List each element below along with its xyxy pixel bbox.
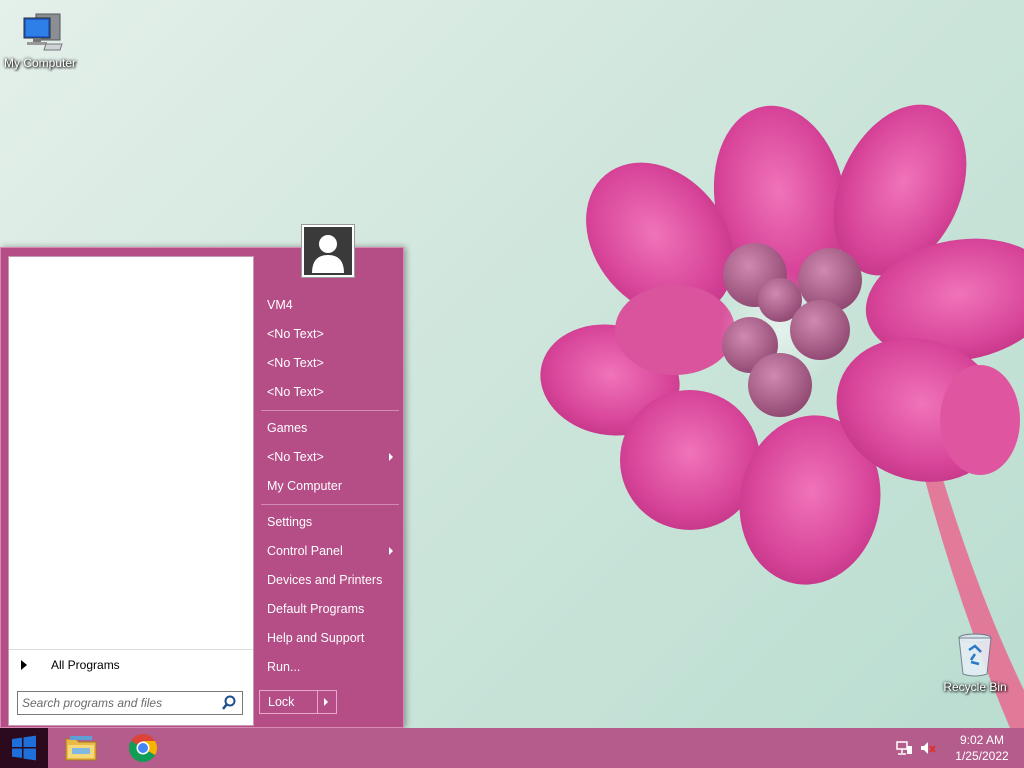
start-item-default-programs[interactable]: Default Programs bbox=[261, 596, 399, 622]
lock-options-arrow-icon[interactable] bbox=[317, 691, 336, 713]
system-tray: 9:02 AM 1/25/2022 bbox=[892, 728, 1024, 768]
start-item-label: Run... bbox=[267, 660, 301, 674]
start-menu: All Programs VM4 <No Text> <No Text> <No… bbox=[0, 247, 404, 728]
start-item-no-text-1[interactable]: <No Text> bbox=[261, 321, 399, 347]
start-item-label: Games bbox=[267, 421, 308, 435]
clock-date: 1/25/2022 bbox=[955, 749, 1009, 763]
start-item-user-vm4[interactable]: VM4 bbox=[261, 292, 399, 318]
recycle-bin-icon bbox=[958, 633, 992, 677]
triangle-right-icon bbox=[21, 660, 27, 670]
all-programs-label: All Programs bbox=[51, 658, 120, 672]
menu-separator bbox=[261, 410, 399, 411]
start-item-settings[interactable]: Settings bbox=[261, 509, 399, 535]
start-item-no-text-3[interactable]: <No Text> bbox=[261, 379, 399, 405]
start-item-my-computer[interactable]: My Computer bbox=[261, 473, 399, 499]
file-explorer-icon bbox=[65, 736, 97, 761]
start-item-label: <No Text> bbox=[267, 356, 324, 370]
desktop-icon-label: Recycle Bin bbox=[943, 680, 1007, 694]
submenu-arrow-icon bbox=[389, 547, 393, 555]
search-box bbox=[17, 691, 243, 715]
start-item-help-and-support[interactable]: Help and Support bbox=[261, 625, 399, 651]
start-item-label: VM4 bbox=[267, 298, 293, 312]
start-button[interactable] bbox=[0, 728, 48, 768]
start-item-label: My Computer bbox=[267, 479, 343, 493]
start-item-games[interactable]: Games bbox=[261, 415, 399, 441]
start-item-no-text-2[interactable]: <No Text> bbox=[261, 350, 399, 376]
start-item-label: Devices and Printers bbox=[267, 573, 383, 587]
search-input[interactable] bbox=[18, 693, 220, 713]
speaker-muted-icon[interactable] bbox=[918, 738, 938, 758]
desktop-icon-label: My Computer bbox=[3, 56, 77, 70]
desktop-icon-recycle-bin[interactable]: Recycle Bin bbox=[935, 632, 1015, 694]
user-icon bbox=[312, 235, 344, 273]
start-menu-places-pane: VM4 <No Text> <No Text> <No Text> Games … bbox=[257, 248, 403, 726]
windows-logo-icon bbox=[12, 735, 36, 761]
computer-icon bbox=[23, 13, 63, 51]
lock-button-main[interactable]: Lock bbox=[260, 691, 317, 713]
start-item-control-panel[interactable]: Control Panel bbox=[261, 538, 399, 564]
tray-clock[interactable]: 9:02 AM 1/25/2022 bbox=[940, 732, 1024, 764]
menu-separator bbox=[261, 504, 399, 505]
start-item-label: Default Programs bbox=[267, 602, 365, 616]
all-programs-button[interactable]: All Programs bbox=[9, 649, 253, 680]
clock-time: 9:02 AM bbox=[959, 733, 1005, 747]
start-item-label: <No Text> bbox=[267, 327, 324, 341]
taskbar: 9:02 AM 1/25/2022 bbox=[0, 728, 1024, 768]
desktop-icon-my-computer[interactable]: My Computer bbox=[0, 10, 80, 70]
start-item-label: Settings bbox=[267, 515, 313, 529]
taskbar-chrome[interactable] bbox=[123, 731, 163, 765]
start-item-label: Help and Support bbox=[267, 631, 365, 645]
search-icon[interactable] bbox=[220, 694, 238, 712]
user-avatar[interactable] bbox=[301, 224, 355, 278]
lock-button: Lock bbox=[259, 690, 337, 714]
start-item-no-text-4[interactable]: <No Text> bbox=[261, 444, 399, 470]
start-menu-programs-pane: All Programs bbox=[8, 256, 254, 726]
start-item-run[interactable]: Run... bbox=[261, 654, 399, 680]
chrome-icon bbox=[129, 734, 157, 762]
start-item-label: Control Panel bbox=[267, 544, 343, 558]
submenu-arrow-icon bbox=[389, 453, 393, 461]
start-item-label: <No Text> bbox=[267, 385, 324, 399]
start-item-label: <No Text> bbox=[267, 450, 324, 464]
network-icon[interactable] bbox=[894, 738, 914, 758]
taskbar-file-explorer[interactable] bbox=[61, 731, 101, 765]
start-item-devices-and-printers[interactable]: Devices and Printers bbox=[261, 567, 399, 593]
